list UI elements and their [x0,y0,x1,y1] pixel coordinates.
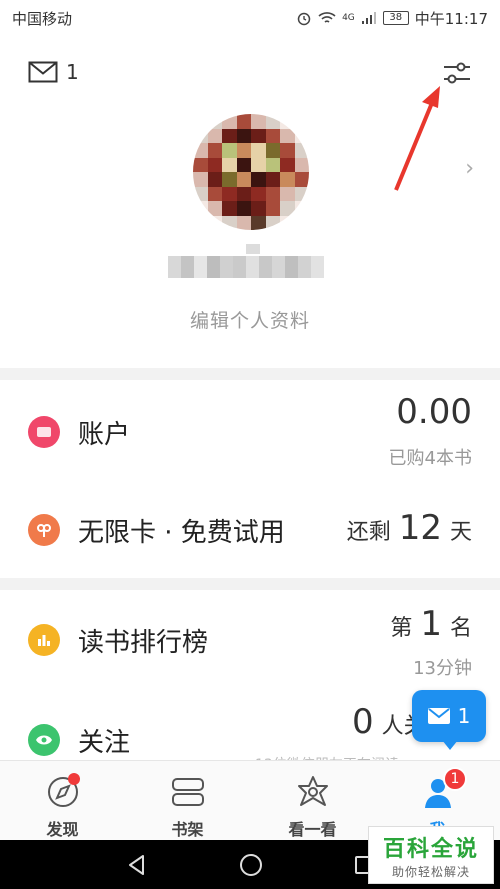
inbox-button[interactable]: 1 [28,60,79,84]
chevron-right-icon[interactable]: › [465,156,474,181]
account-label: 账户 [78,420,131,450]
unlimited-card-label: 无限卡 · 免费试用 [78,518,285,548]
message-fab-tail [442,740,458,750]
annotation-arrow [394,86,440,191]
notification-dot [68,773,80,785]
reading-time: 13分钟 [413,658,472,679]
remaining-suffix: 天 [449,520,472,545]
carrier-name: 中国移动 [12,9,73,28]
remaining-days: 还剩 12 天 [347,508,472,548]
message-fab-count: 1 [457,704,471,728]
star-hex-icon [294,773,332,810]
nav-discover[interactable]: 发现 [0,761,125,840]
account-row[interactable]: 账户 0.00 已购4本书 [0,380,500,490]
remaining-days-number: 12 [398,508,442,548]
signal-icon [361,12,376,24]
watermark-logo: 百科全说 助你轻松解决 [368,826,494,884]
bookshelf-icon [169,773,207,810]
network-type: 4G [342,13,355,23]
status-indicators: 4G 38 中午11:17 [296,8,488,29]
profile-header: 1 › 编辑个人资料 [0,36,500,366]
unlimited-card-row[interactable]: 无限卡 · 免费试用 还剩 12 天 [0,480,500,590]
bar-chart-icon [28,624,60,656]
nav-label-look: 看一看 [288,820,337,839]
watermark-title: 百科全说 [382,836,479,862]
home-icon[interactable] [239,853,263,877]
eye-icon [28,724,60,756]
follow-count-number: 0 [352,702,374,742]
card-icon [28,514,60,546]
rank-prefix: 第 [390,616,413,641]
clock: 中午11:17 [414,9,488,28]
account-balance: 0.00 [396,392,472,432]
username-blurred [168,256,324,278]
nav-look[interactable]: 看一看 [250,761,375,840]
back-icon[interactable] [126,854,148,876]
follow-label: 关注 [78,728,131,758]
edit-profile-link[interactable]: 编辑个人资料 [0,306,500,333]
ranking-label: 读书排行榜 [78,628,209,658]
rank-position: 第 1 名 [390,604,472,644]
mail-icon [28,61,58,83]
remaining-prefix: 还剩 [346,520,391,545]
settings-sliders-icon[interactable] [442,60,472,86]
nav-bookshelf[interactable]: 书架 [125,761,250,840]
mail-count: 1 [66,60,79,84]
wifi-icon [318,12,336,23]
avatar[interactable] [193,114,309,230]
rank-number: 1 [420,604,442,644]
section-divider [0,368,500,380]
wallet-icon [28,416,60,448]
nav-label-bookshelf: 书架 [171,820,204,839]
mail-icon [427,708,450,724]
reading-ranking-row[interactable]: 读书排行榜 第 1 名 13分钟 [0,590,500,700]
nav-badge: 1 [443,767,467,791]
username-blur-dot [246,244,260,254]
battery-icon: 38 [382,11,409,25]
status-bar: 中国移动 4G 38 中午11:17 [0,0,500,36]
message-fab[interactable]: 1 [412,690,486,742]
nav-label-discover: 发现 [46,820,79,839]
alarm-icon [297,12,311,26]
rank-suffix: 名 [449,616,472,641]
section-divider [0,578,500,590]
purchased-count: 已购4本书 [388,448,472,469]
watermark-subtitle: 助你轻松解决 [391,864,470,879]
